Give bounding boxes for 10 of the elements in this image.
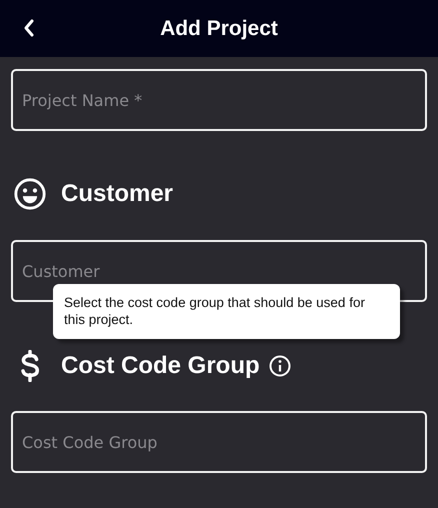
page-title: Add Project <box>160 16 278 40</box>
section-heading: Cost Code Group <box>61 352 260 380</box>
input-field[interactable]: Project Name * <box>11 69 427 131</box>
info-icon[interactable] <box>268 354 292 378</box>
dollar-icon <box>19 350 41 382</box>
section-heading: Customer <box>61 180 174 208</box>
input-field[interactable]: Cost Code Group <box>11 411 427 473</box>
back-icon <box>22 18 36 38</box>
smiley-icon <box>13 177 47 211</box>
tooltip: Select the cost code group that should be used for this project. <box>53 284 400 339</box>
